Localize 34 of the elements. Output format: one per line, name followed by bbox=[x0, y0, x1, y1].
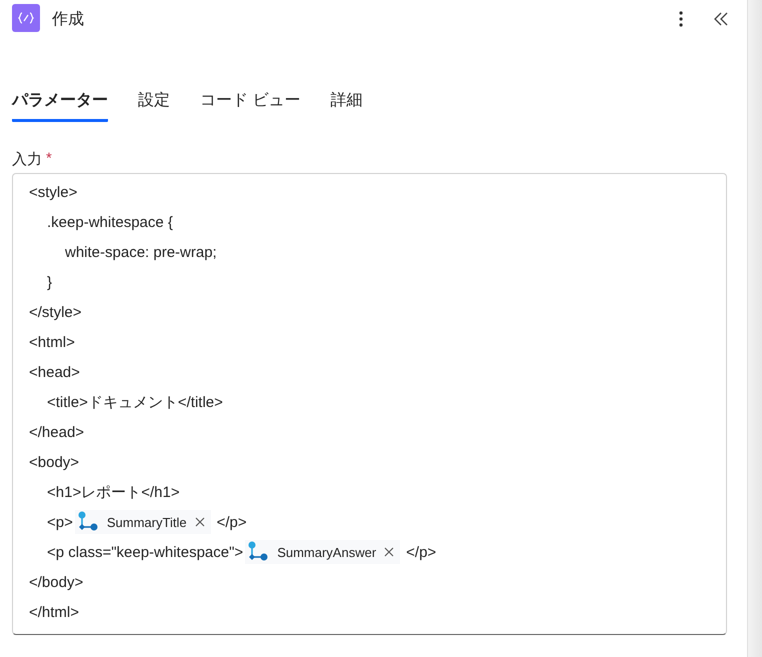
code-text: </html> bbox=[29, 604, 80, 620]
code-text: white-space: pre-wrap; bbox=[65, 244, 217, 260]
field-label: 入力 bbox=[12, 150, 42, 169]
flow-icon bbox=[247, 541, 270, 563]
token-label: SummaryAnswer bbox=[277, 544, 376, 560]
close-icon[interactable] bbox=[384, 547, 394, 557]
code-text: <body> bbox=[29, 454, 80, 470]
code-text: <p class="keep-whitespace"> bbox=[47, 544, 244, 560]
required-mark: * bbox=[46, 150, 52, 169]
code-text: <style> bbox=[29, 184, 78, 200]
dynamic-content-token[interactable]: SummaryAnswer bbox=[245, 540, 400, 564]
close-icon[interactable] bbox=[194, 517, 205, 527]
tab[interactable]: 設定 bbox=[138, 84, 170, 122]
code-field[interactable] bbox=[12, 173, 727, 635]
code-text: <h1>レポート</h1> bbox=[47, 482, 180, 502]
code-text: </p> bbox=[406, 544, 436, 560]
code-text: <html> bbox=[29, 334, 75, 350]
code-text: .keep-whitespace { bbox=[47, 214, 173, 230]
compose-icon bbox=[12, 4, 40, 32]
code-text: <head> bbox=[29, 364, 80, 380]
flow-icon bbox=[76, 511, 99, 533]
code-text: </style> bbox=[29, 304, 82, 320]
token-label: SummaryTitle bbox=[106, 514, 187, 530]
code-text: </head> bbox=[29, 424, 84, 440]
tab[interactable]: パラメーター bbox=[12, 84, 108, 122]
panel-title: 作成 bbox=[52, 10, 85, 30]
dynamic-content-token[interactable]: SummaryTitle bbox=[74, 510, 211, 534]
code-text: } bbox=[47, 274, 52, 290]
code-text: </p> bbox=[216, 514, 247, 530]
code-text: </body> bbox=[29, 574, 84, 590]
tab[interactable]: コード ビュー bbox=[200, 84, 300, 122]
code-text: <title>ドキュメント</title> bbox=[47, 392, 223, 412]
code-text: <p> bbox=[47, 514, 73, 530]
tab[interactable]: 詳細 bbox=[330, 84, 362, 122]
